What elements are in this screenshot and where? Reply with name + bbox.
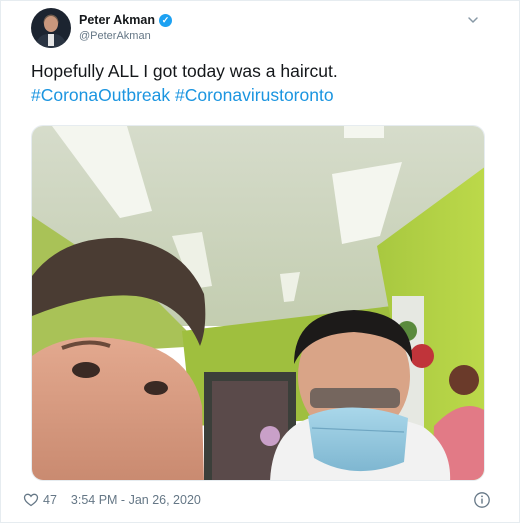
selfie-man-eye-right [144,381,168,395]
flower-decor [260,426,280,446]
bg-person-head [449,365,479,395]
hashtag-line: #CoronaOutbreak #Coronavirustoronto [31,83,491,107]
blurred-eyes [310,388,400,408]
info-icon[interactable] [473,491,491,509]
tweet-body: Hopefully ALL I got today was a haircut. [31,61,338,81]
tweet-header: Peter Akman ✓ @PeterAkman [31,8,489,52]
author-name-row: Peter Akman ✓ [79,13,172,27]
tweet-text: Hopefully ALL I got today was a haircut.… [31,59,491,107]
ceiling-light-3 [344,126,384,138]
tweet-timestamp[interactable]: 3:54 PM - Jan 26, 2020 [71,493,201,507]
chevron-down-icon[interactable] [465,12,481,28]
hashtag-coronavirustoronto[interactable]: #Coronavirustoronto [175,85,334,105]
tweet-card: Peter Akman ✓ @PeterAkman Hopefully ALL … [0,0,520,523]
selfie-photo [32,126,484,480]
avatar-face [44,16,58,32]
tweet-footer: 47 3:54 PM - Jan 26, 2020 [23,489,497,511]
author-avatar[interactable] [31,8,71,48]
avatar-collar [48,34,54,46]
author-display-name[interactable]: Peter Akman [79,13,155,27]
verified-badge-icon: ✓ [158,13,172,27]
tweet-photo[interactable] [31,125,485,481]
like-button[interactable]: 47 [23,492,57,508]
hashtag-coronaoutbreak[interactable]: #CoronaOutbreak [31,85,170,105]
selfie-man-face [32,337,204,480]
selfie-man-eye-left [72,362,100,378]
red-decor [410,344,434,368]
heart-icon [23,493,39,507]
like-count: 47 [43,493,57,507]
author-handle[interactable]: @PeterAkman [79,30,151,42]
surgical-mask [308,407,408,472]
